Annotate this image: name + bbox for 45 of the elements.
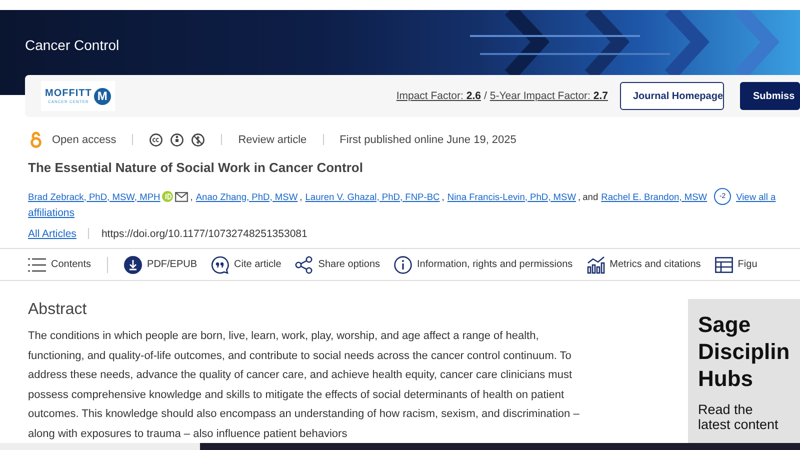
bar-chart-icon — [586, 256, 605, 274]
separator-slash: / — [484, 90, 487, 102]
download-icon — [124, 256, 142, 274]
abstract-text: The conditions in which people are born, live, learn, work, play, worship, and age affect a range of health, functioning, and quality-of-life outcomes, and contribute to social needs across the cancer control continuum. To address these needs, advance the quality of cancer care, and achieve health equity, cancer care clinicians must possess comprehensive knowledge and skills to mitigate the effects of social determinants of health on patient outcomes. This knowledge should also encompass an understanding of how racism, sexism, and discrimination – along with exposures to trauma – also influence patient behaviors — [28, 329, 580, 442]
comma: , — [300, 192, 302, 202]
all-articles-link[interactable]: All Articles — [28, 228, 76, 240]
open-access-lock-icon — [30, 131, 42, 148]
article-title: The Essential Nature of Social Work in Cancer Control — [28, 160, 364, 177]
menu-icon — [28, 258, 46, 272]
impact-factor-link[interactable]: Impact Factor: 2.6 — [396, 90, 481, 102]
author-link[interactable]: Lauren V. Ghazal, PhD, FNP-BC — [305, 192, 440, 202]
ad-panel[interactable]: Sage Disciplin Hubs Read the latest content — [688, 299, 800, 443]
author-link[interactable]: Anao Zhang, PhD, MSW — [196, 192, 298, 202]
open-access-label: Open access — [52, 134, 116, 146]
info-icon — [394, 256, 412, 274]
abstract-heading: Abstract — [28, 301, 88, 319]
share-icon — [295, 256, 314, 274]
ad-heading: Sage Disciplin Hubs — [698, 311, 791, 392]
author-link[interactable]: Brad Zebrack, PhD, MSW, MPH — [28, 192, 160, 202]
quote-bubble-icon — [211, 256, 230, 274]
journal-title[interactable]: Cancer Control — [25, 37, 120, 55]
submit-button[interactable]: Submiss — [740, 82, 800, 110]
comma: , — [190, 192, 193, 202]
article-type-label: Review article — [238, 134, 307, 146]
toolbar-item[interactable]: Information, rights and permissions — [394, 256, 573, 274]
impact-factor-link[interactable]: 5-Year Impact Factor: 2.7 — [490, 90, 608, 102]
toolbar-item[interactable]: Metrics and citations — [586, 256, 701, 274]
table-icon — [714, 256, 733, 272]
doi-text: https://doi.org/10.1177/10732748251353081 — [101, 228, 308, 240]
license-icons — [149, 132, 206, 146]
toolbar-item[interactable]: PDF/EPUB — [124, 256, 198, 274]
toolbar-item[interactable]: Share options — [295, 256, 380, 274]
author-link[interactable]: Rachel E. Brandon, MSW — [601, 192, 708, 202]
comma: , — [578, 192, 581, 202]
journal-homepage-button[interactable]: Journal Homepage — [620, 82, 724, 110]
author-link[interactable]: Nina Francis-Levin, PhD, MSW — [447, 192, 576, 202]
toolbar-item[interactable]: Figu — [714, 256, 758, 272]
toolbar-item[interactable]: Cite article — [211, 256, 282, 274]
view-all-link[interactable]: View all a — [736, 192, 776, 202]
publication-date: First published online June 19, 2025 — [340, 134, 516, 146]
conjunction: and — [582, 192, 598, 202]
comma: , — [442, 192, 444, 202]
affiliations-link[interactable]: affiliations — [28, 207, 75, 219]
ad-subtitle: Read the latest content — [698, 402, 780, 432]
toolbar-item[interactable]: Contents — [28, 258, 92, 272]
